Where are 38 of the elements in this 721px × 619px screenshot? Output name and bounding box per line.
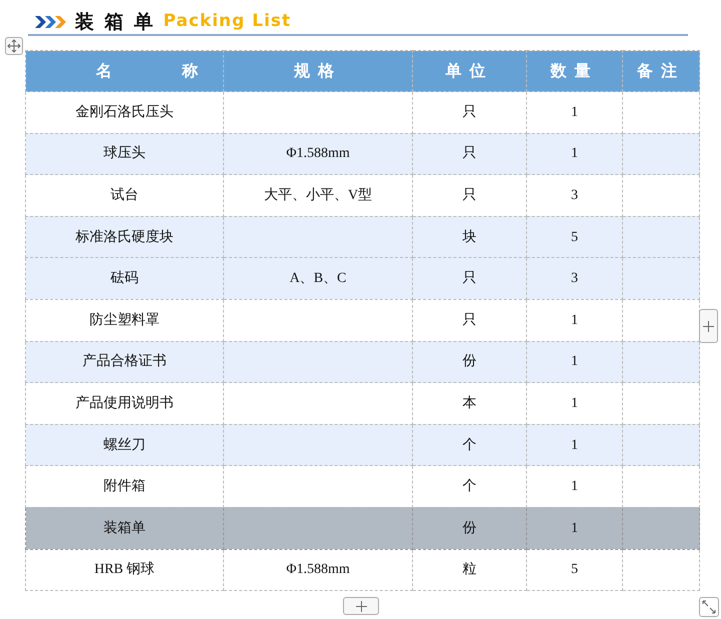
table-cell: 只: [412, 258, 526, 300]
table-cell: 3: [526, 258, 622, 300]
table-cell: 装箱单: [26, 507, 224, 550]
table-cell: 5: [526, 216, 622, 258]
table-cell: 1: [526, 133, 622, 175]
title: 装 箱 单: [75, 10, 156, 35]
column-header: 备注: [622, 50, 700, 92]
add-column-button[interactable]: [699, 309, 718, 343]
table-cell: 标准洛氏硬度块: [26, 216, 224, 258]
subtitle: Packing List: [163, 10, 292, 34]
table-cell: 砝码: [26, 258, 224, 300]
table-cell: 1: [526, 424, 622, 466]
table-cell: 份: [412, 507, 526, 550]
table-cell: 粒: [412, 549, 526, 591]
table-cell: Φ1.588mm: [224, 549, 412, 591]
table-cell: 5: [526, 549, 622, 591]
table-cell: 产品合格证书: [26, 341, 224, 383]
column-header: 名称: [26, 50, 224, 92]
plus-icon: [356, 600, 366, 612]
column-header: 数量: [526, 50, 622, 92]
column-header: 单位: [412, 50, 526, 92]
table-cell: 1: [526, 341, 622, 383]
move-handle[interactable]: [5, 37, 23, 55]
add-row-button[interactable]: [343, 597, 379, 615]
table-cell: HRB 钢球: [26, 549, 224, 591]
table-cell: 1: [526, 507, 622, 550]
table-cell: 螺丝刀: [26, 424, 224, 466]
table-cell: 份: [412, 341, 526, 383]
table-cell: 个: [412, 424, 526, 466]
column-header: 规格: [224, 50, 412, 92]
table-cell: A、B、C: [224, 258, 412, 300]
table-cell: 只: [412, 133, 526, 175]
table-cell: Φ1.588mm: [224, 133, 412, 175]
resize-handle[interactable]: [699, 597, 719, 617]
table-cell: 球压头: [26, 133, 224, 175]
chevrons-icon: [35, 14, 67, 30]
table-cell: 块: [412, 216, 526, 258]
plus-icon: [703, 320, 714, 332]
